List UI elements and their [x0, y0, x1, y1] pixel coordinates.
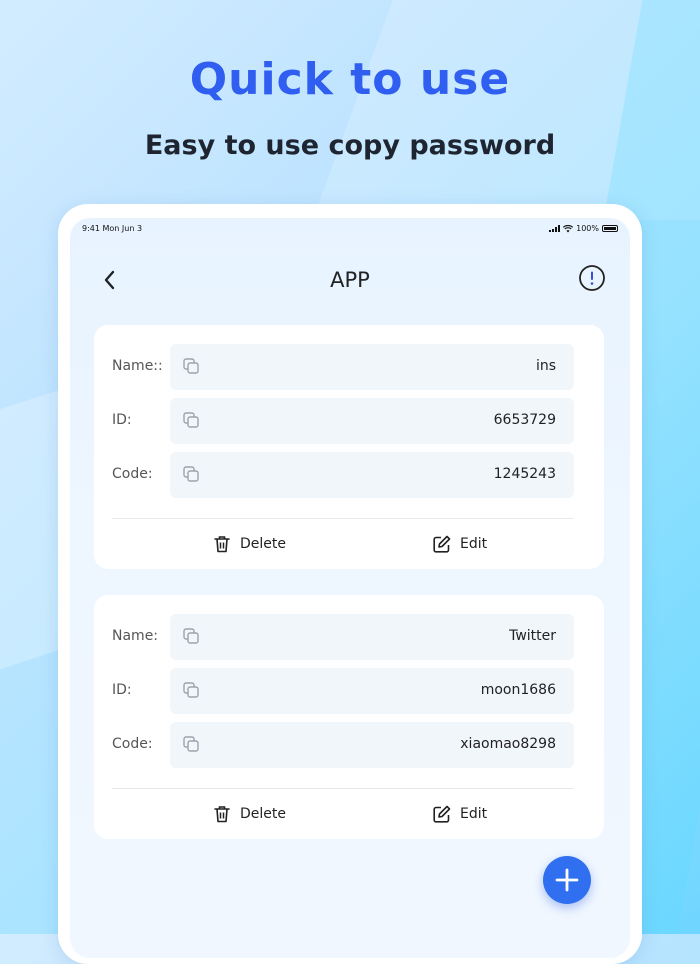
- status-indicators: 100%: [549, 224, 618, 233]
- name-field: Twitter: [170, 614, 574, 660]
- copy-icon[interactable]: [182, 411, 200, 429]
- code-value: xiaomao8298: [460, 736, 556, 752]
- code-label: Code:: [112, 736, 153, 752]
- id-value: 6653729: [493, 412, 556, 428]
- name-label: Name:: [112, 628, 159, 644]
- password-card: Name: Twitter ID: moon1686 Code: xiaomao…: [94, 595, 604, 839]
- page-title: APP: [330, 268, 370, 292]
- delete-label: Delete: [240, 806, 286, 822]
- divider: [112, 518, 574, 519]
- promo-subheadline: Easy to use copy password: [144, 130, 556, 161]
- code-value: 1245243: [493, 466, 556, 482]
- delete-button[interactable]: Delete: [212, 529, 286, 559]
- info-circle-icon: [579, 265, 605, 291]
- delete-label: Delete: [240, 536, 286, 552]
- status-bar: 9:41 Mon Jun 3 100%: [82, 224, 618, 238]
- info-button[interactable]: [578, 264, 606, 292]
- id-row: ID: 6653729: [94, 398, 604, 444]
- name-row: Name:: ins: [94, 344, 604, 390]
- code-row: Code: xiaomao8298: [94, 722, 604, 768]
- edit-label: Edit: [460, 536, 488, 552]
- edit-label: Edit: [460, 806, 488, 822]
- trash-icon: [214, 806, 230, 823]
- code-field: xiaomao8298: [170, 722, 574, 768]
- name-label: Name::: [112, 358, 163, 374]
- plus-icon: [555, 868, 579, 892]
- edit-icon: [433, 535, 451, 553]
- code-field: 1245243: [170, 452, 574, 498]
- status-time: 9:41 Mon Jun 3: [82, 224, 143, 233]
- trash-icon: [214, 536, 230, 553]
- app-screen: 9:41 Mon Jun 3 100% APP Name:: ins ID: 6…: [70, 218, 630, 958]
- code-row: Code: 1245243: [94, 452, 604, 498]
- battery-icon: [602, 225, 618, 232]
- cellular-signal-icon: [549, 225, 561, 232]
- id-field: moon1686: [170, 668, 574, 714]
- add-entry-button[interactable]: [543, 856, 591, 904]
- card-actions: Delete Edit: [94, 791, 604, 839]
- name-value: ins: [535, 358, 556, 374]
- edit-icon: [433, 805, 451, 823]
- battery-percent: 100%: [576, 224, 599, 233]
- edit-button[interactable]: Edit: [432, 799, 487, 829]
- delete-button[interactable]: Delete: [212, 799, 286, 829]
- id-label: ID:: [112, 682, 132, 698]
- password-card: Name:: ins ID: 6653729 Code: 1245243 Del…: [94, 325, 604, 569]
- id-label: ID:: [112, 412, 132, 428]
- wifi-icon: [563, 224, 574, 232]
- copy-icon[interactable]: [182, 357, 200, 375]
- name-field: ins: [170, 344, 574, 390]
- divider: [112, 788, 574, 789]
- card-actions: Delete Edit: [94, 521, 604, 569]
- tablet-frame: 9:41 Mon Jun 3 100% APP Name:: ins ID: 6…: [58, 204, 642, 964]
- id-field: 6653729: [170, 398, 574, 444]
- id-value: moon1686: [480, 682, 556, 698]
- copy-icon[interactable]: [182, 735, 200, 753]
- copy-icon[interactable]: [182, 465, 200, 483]
- promo-headline: Quick to use: [189, 54, 511, 105]
- code-label: Code:: [112, 466, 153, 482]
- id-row: ID: moon1686: [94, 668, 604, 714]
- nav-bar: APP: [70, 258, 630, 302]
- edit-button[interactable]: Edit: [432, 529, 487, 559]
- copy-icon[interactable]: [182, 627, 200, 645]
- copy-icon[interactable]: [182, 681, 200, 699]
- name-row: Name: Twitter: [94, 614, 604, 660]
- name-value: Twitter: [509, 628, 556, 644]
